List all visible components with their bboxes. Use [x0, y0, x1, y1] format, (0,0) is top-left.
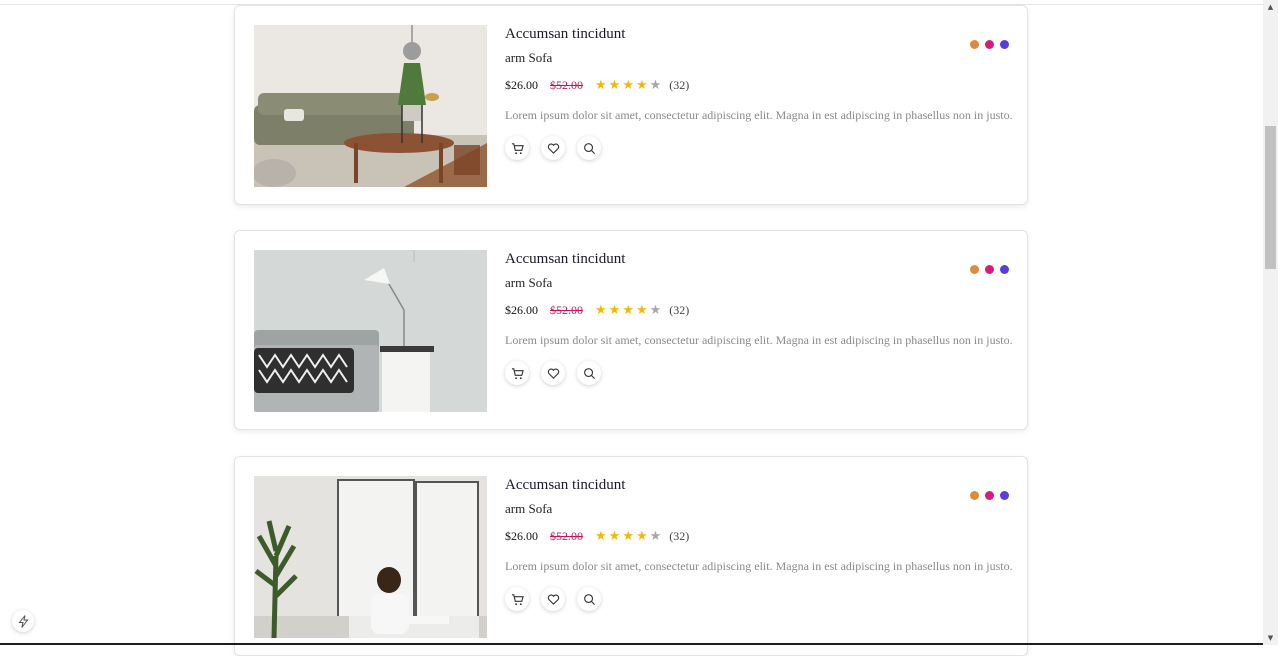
star-icon: ★ [608, 303, 621, 318]
star-icon: ★ [635, 529, 648, 544]
color-swatch-pink[interactable] [985, 265, 994, 274]
scrollbar-thumb[interactable] [1265, 126, 1276, 269]
price-row: $26.00 $52.00 ★ ★ ★ ★ ★ (32) [505, 303, 689, 318]
quick-view-button[interactable] [577, 361, 601, 385]
product-title[interactable]: Accumsan tincidunt [505, 251, 625, 268]
review-count: (32) [669, 78, 690, 92]
product-actions [505, 361, 613, 385]
heart-icon [547, 593, 559, 605]
color-swatch-purple[interactable] [1000, 40, 1009, 49]
search-icon [583, 593, 595, 605]
star-icon: ★ [595, 529, 607, 544]
color-swatch-orange[interactable] [970, 265, 979, 274]
price-row: $26.00 $52.00 ★ ★ ★ ★ ★ (32) [505, 78, 689, 93]
color-swatch-purple[interactable] [1000, 265, 1009, 274]
color-options [964, 40, 1009, 49]
color-swatch-purple[interactable] [1000, 491, 1009, 500]
product-subtitle: arm Sofa [505, 275, 553, 290]
star-icon: ★ [649, 78, 662, 93]
product-image[interactable] [254, 25, 487, 187]
scroll-up-arrow-icon[interactable]: ▲ [1263, 0, 1278, 14]
heart-icon [547, 367, 559, 379]
quick-view-button[interactable] [577, 587, 601, 611]
search-icon [583, 367, 595, 379]
rating-stars: ★ ★ ★ ★ ★ [595, 304, 663, 317]
star-icon: ★ [649, 303, 662, 318]
color-swatch-orange[interactable] [970, 491, 979, 500]
star-icon: ★ [595, 78, 607, 93]
add-to-cart-button[interactable] [505, 361, 529, 385]
color-swatch-pink[interactable] [985, 491, 994, 500]
current-price: $26.00 [505, 303, 538, 317]
star-icon: ★ [622, 529, 634, 544]
cart-icon [511, 593, 524, 605]
star-icon: ★ [622, 78, 634, 93]
product-actions [505, 136, 613, 160]
quick-view-button[interactable] [577, 136, 601, 160]
product-description: Lorem ipsum dolor sit amet, consectetur … [505, 559, 1013, 573]
star-icon: ★ [608, 78, 621, 93]
current-price: $26.00 [505, 529, 538, 543]
floating-action-button[interactable] [12, 610, 34, 632]
star-icon: ★ [649, 529, 662, 544]
cart-icon [511, 142, 524, 154]
current-price: $26.00 [505, 78, 538, 92]
wishlist-button[interactable] [541, 136, 565, 160]
product-subtitle: arm Sofa [505, 50, 553, 65]
color-options [964, 265, 1009, 274]
color-swatch-orange[interactable] [970, 40, 979, 49]
product-card: Accumsan tincidunt arm Sofa $26.00 $52.0… [234, 5, 1028, 205]
review-count: (32) [669, 303, 690, 317]
product-card: Accumsan tincidunt arm Sofa $26.00 $52.0… [234, 230, 1028, 430]
product-image[interactable] [254, 250, 487, 412]
star-icon: ★ [622, 303, 634, 318]
product-description: Lorem ipsum dolor sit amet, consectetur … [505, 108, 1013, 122]
vertical-scrollbar[interactable]: ▲ ▼ [1263, 0, 1278, 645]
cart-icon [511, 367, 524, 379]
color-options [964, 491, 1009, 500]
color-swatch-pink[interactable] [985, 40, 994, 49]
old-price: $52.00 [550, 303, 583, 317]
product-subtitle: arm Sofa [505, 501, 553, 516]
wishlist-button[interactable] [541, 361, 565, 385]
rating-stars: ★ ★ ★ ★ ★ [595, 530, 663, 543]
product-image[interactable] [254, 476, 487, 638]
star-icon: ★ [635, 78, 648, 93]
heart-icon [547, 142, 559, 154]
star-icon: ★ [595, 303, 607, 318]
price-row: $26.00 $52.00 ★ ★ ★ ★ ★ (32) [505, 529, 689, 544]
product-actions [505, 587, 613, 611]
product-title[interactable]: Accumsan tincidunt [505, 26, 625, 43]
add-to-cart-button[interactable] [505, 136, 529, 160]
old-price: $52.00 [550, 529, 583, 543]
star-icon: ★ [635, 303, 648, 318]
search-icon [583, 142, 595, 154]
bolt-icon [17, 614, 29, 628]
add-to-cart-button[interactable] [505, 587, 529, 611]
wishlist-button[interactable] [541, 587, 565, 611]
review-count: (32) [669, 529, 690, 543]
product-card: Accumsan tincidunt arm Sofa $26.00 $52.0… [234, 456, 1028, 656]
product-title[interactable]: Accumsan tincidunt [505, 477, 625, 494]
old-price: $52.00 [550, 78, 583, 92]
rating-stars: ★ ★ ★ ★ ★ [595, 79, 663, 92]
star-icon: ★ [608, 529, 621, 544]
product-description: Lorem ipsum dolor sit amet, consectetur … [505, 333, 1013, 347]
scroll-down-arrow-icon[interactable]: ▼ [1263, 631, 1278, 645]
